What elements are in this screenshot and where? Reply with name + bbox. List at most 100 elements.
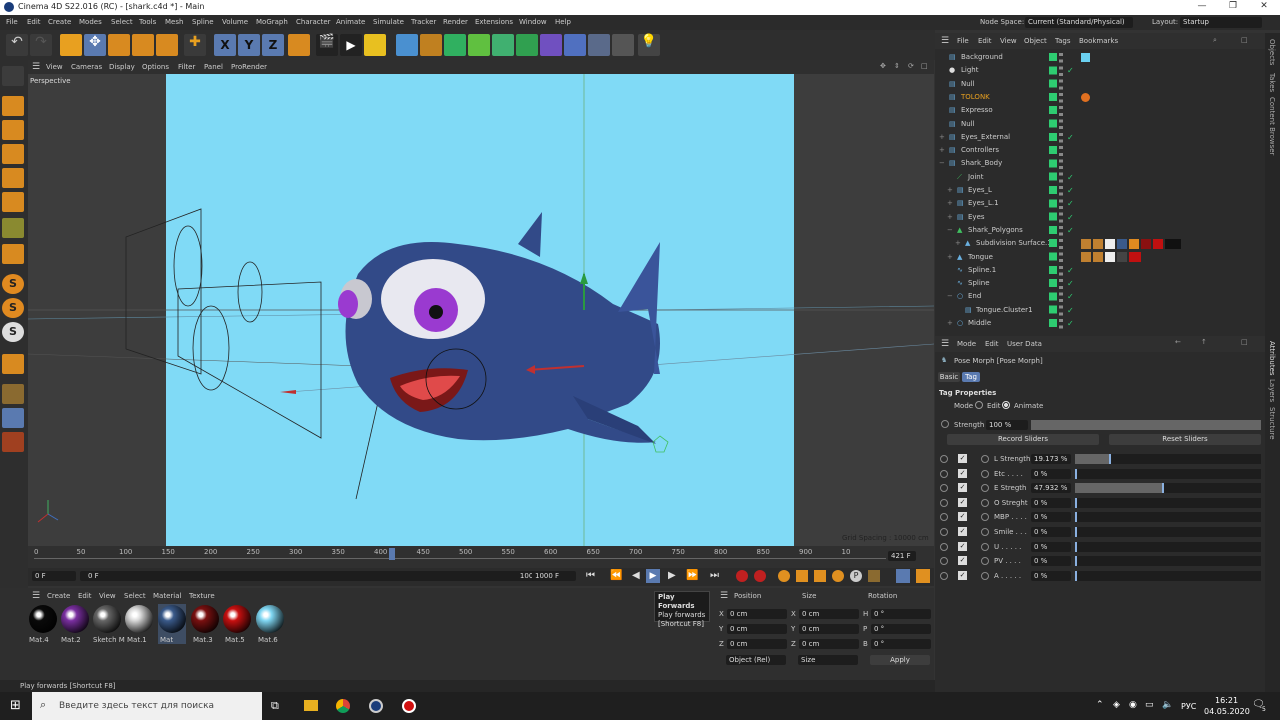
- previous-key-icon[interactable]: ⏪: [610, 570, 622, 581]
- side-tab-takes[interactable]: Takes: [1268, 73, 1276, 92]
- timeline-ruler[interactable]: 0 50 100 150 200 250 300 350 400 450 500 550 600 650 7…: [28, 546, 934, 568]
- object-row[interactable]: ▤ Null: [935, 78, 1265, 91]
- material-swatch[interactable]: [61, 605, 89, 633]
- expand-icon[interactable]: +: [947, 317, 953, 330]
- object-row[interactable]: ● Light: [935, 64, 1265, 77]
- current-frame-field[interactable]: 421 F: [888, 551, 916, 561]
- playhead-marker[interactable]: [389, 548, 395, 560]
- minimize-icon[interactable]: —: [1195, 1, 1209, 11]
- tab-tag[interactable]: Tag: [962, 372, 980, 382]
- viewport-3d[interactable]: Perspective Grid Spacing: 10000 cm: [28, 74, 934, 546]
- attr-menu-mode[interactable]: Mode: [957, 340, 976, 348]
- slider-track[interactable]: [1075, 527, 1261, 537]
- object-row[interactable]: ▤ Null: [935, 118, 1265, 131]
- key-rotation-icon[interactable]: [832, 570, 844, 582]
- slider-value-field[interactable]: 0 %: [1031, 570, 1071, 581]
- viewport-menu-filter[interactable]: Filter: [178, 63, 195, 71]
- render-view-icon[interactable]: 🎬: [316, 34, 338, 56]
- floor-icon[interactable]: [588, 34, 610, 56]
- slider-track[interactable]: [1075, 541, 1261, 552]
- object-row[interactable]: + ▤ Eyes: [935, 211, 1265, 224]
- move-icon[interactable]: ✥: [84, 34, 106, 56]
- record-icon[interactable]: [736, 570, 748, 582]
- apply-button[interactable]: Apply: [870, 655, 930, 665]
- menu-file[interactable]: File: [6, 18, 18, 26]
- key-pla-icon[interactable]: [868, 570, 880, 582]
- rotation-h-field[interactable]: 0 °: [871, 609, 931, 619]
- auto-key-icon[interactable]: [754, 570, 766, 582]
- strength-slider[interactable]: [1031, 420, 1261, 430]
- checkbox-icon[interactable]: ✓: [958, 483, 967, 493]
- keyframe-icon[interactable]: [940, 469, 948, 478]
- viewport-menu-display[interactable]: Display: [109, 63, 135, 71]
- keyframe-icon[interactable]: [940, 542, 948, 551]
- size-z-field[interactable]: 0 cm: [799, 639, 859, 649]
- expand-icon[interactable]: +: [947, 184, 953, 197]
- slider-track[interactable]: [1075, 512, 1261, 523]
- keyframe-icon[interactable]: [940, 571, 948, 580]
- layout-dropdown[interactable]: Startup: [1180, 17, 1262, 28]
- windows-start-icon[interactable]: ⊞: [10, 698, 21, 713]
- motion-clip-icon[interactable]: [896, 569, 910, 583]
- snap-icon[interactable]: S: [2, 274, 24, 294]
- size-x-field[interactable]: 0 cm: [799, 609, 859, 619]
- polygons-mode-icon[interactable]: [2, 192, 24, 212]
- editor-render-dots[interactable]: [1059, 53, 1063, 331]
- slider-value-field[interactable]: 0 %: [1031, 468, 1071, 479]
- go-to-start-icon[interactable]: ⏮: [586, 570, 595, 581]
- slider-value-field[interactable]: 0 %: [1031, 541, 1071, 552]
- menu-mesh[interactable]: Mesh: [165, 18, 183, 26]
- object-row[interactable]: ▤ Background: [935, 51, 1265, 64]
- slider-track[interactable]: [1075, 468, 1261, 479]
- object-row[interactable]: + ▤ Eyes_L: [935, 184, 1265, 197]
- slider-track[interactable]: [1075, 483, 1261, 494]
- slider-value-field[interactable]: 0 %: [1031, 556, 1071, 567]
- menu-animate[interactable]: Animate: [336, 18, 365, 26]
- objmgr-search-icon[interactable]: ⌕: [1213, 36, 1217, 45]
- redo-icon[interactable]: ↷: [30, 34, 52, 56]
- recent-tool-icon[interactable]: [156, 34, 178, 56]
- menu-select[interactable]: Select: [111, 18, 133, 26]
- viewport-nav-zoom-icon[interactable]: ⇕: [894, 62, 900, 70]
- checkbox-icon[interactable]: ✓: [958, 556, 967, 566]
- workplane-snap-icon[interactable]: S: [2, 322, 24, 342]
- transform-icon[interactable]: ✚: [184, 34, 206, 56]
- objmgr-menu-edit[interactable]: Edit: [978, 37, 992, 45]
- checkbox-icon[interactable]: ✓: [958, 512, 967, 522]
- node-space-dropdown[interactable]: Current (Standard/Physical): [1025, 17, 1133, 28]
- slider-value-field[interactable]: 19.173 %: [1031, 454, 1071, 464]
- objmgr-menu-view[interactable]: View: [1000, 37, 1017, 45]
- key-parameter-icon[interactable]: P: [850, 570, 862, 582]
- axis-mode-icon[interactable]: [2, 244, 24, 264]
- render-picture-viewer-icon[interactable]: ▶: [340, 34, 362, 56]
- expand-icon[interactable]: +: [939, 144, 945, 157]
- menu-character[interactable]: Character: [296, 18, 331, 26]
- objmgr-menu-object[interactable]: Object: [1024, 37, 1047, 45]
- layer-visibility-column[interactable]: [1049, 53, 1057, 331]
- keyframe-icon[interactable]: [940, 513, 948, 522]
- object-menu-icon[interactable]: ☰: [941, 36, 949, 46]
- keyframe-icon[interactable]: [940, 484, 948, 493]
- previous-frame-icon[interactable]: ◀: [632, 570, 640, 581]
- y-axis-icon[interactable]: Y: [238, 34, 260, 56]
- points-mode-icon[interactable]: [2, 144, 24, 164]
- viewport-maximize-icon[interactable]: □: [921, 62, 928, 70]
- menu-help[interactable]: Help: [555, 18, 571, 26]
- slider-track[interactable]: [1075, 556, 1261, 567]
- menu-render[interactable]: Render: [443, 18, 468, 26]
- rotation-p-field[interactable]: 0 °: [871, 624, 931, 634]
- object-row[interactable]: + ▤ Eyes_L.1: [935, 197, 1265, 210]
- menu-window[interactable]: Window: [519, 18, 547, 26]
- uv-mode-icon[interactable]: [2, 218, 24, 238]
- language-indicator[interactable]: РУС: [1181, 702, 1196, 711]
- rotation-b-field[interactable]: 0 °: [871, 639, 931, 649]
- menu-simulate[interactable]: Simulate: [373, 18, 404, 26]
- close-icon[interactable]: ✕: [1257, 1, 1271, 11]
- rotate-icon[interactable]: [132, 34, 154, 56]
- model-mode-icon[interactable]: [2, 96, 24, 116]
- coord-size-dropdown[interactable]: Size: [798, 655, 858, 665]
- slider-value-field[interactable]: 0 %: [1031, 512, 1071, 523]
- coord-mode-dropdown[interactable]: Object (Rel): [726, 655, 786, 665]
- timeline-layout-icon[interactable]: [916, 569, 930, 583]
- edges-mode-icon[interactable]: [2, 168, 24, 188]
